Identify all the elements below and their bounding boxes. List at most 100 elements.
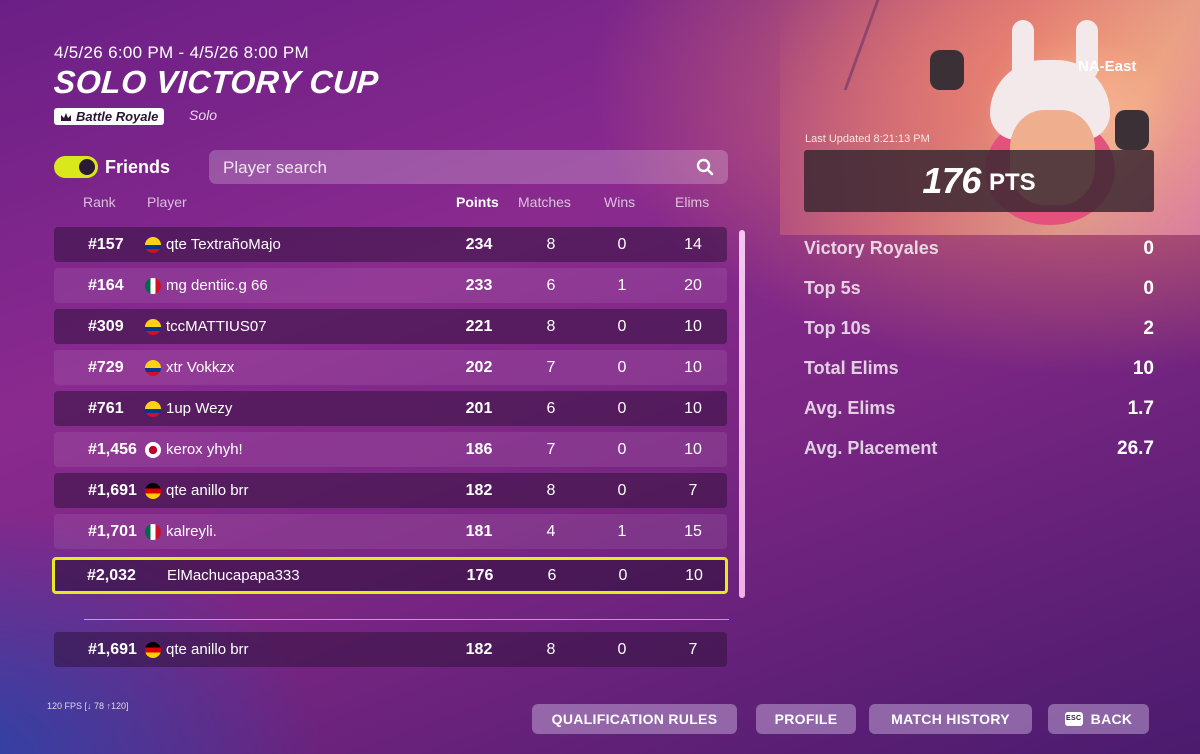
table-row[interactable]: #1,691 qte anillo brr 182 8 0 7 bbox=[54, 473, 727, 508]
rank-cell: #309 bbox=[88, 318, 124, 335]
flag-japan-icon bbox=[145, 442, 161, 458]
search-icon[interactable] bbox=[696, 158, 714, 176]
stat-value: 1.7 bbox=[1127, 398, 1154, 419]
wins-cell: 0 bbox=[617, 236, 627, 253]
qualification-rules-button[interactable]: QUALIFICATION RULES bbox=[532, 704, 737, 734]
esc-key-icon: ESC bbox=[1064, 712, 1083, 726]
rank-cell: #2,032 bbox=[87, 567, 136, 584]
column-elims[interactable]: Elims bbox=[675, 194, 709, 210]
column-points[interactable]: Points bbox=[456, 194, 499, 210]
elims-cell: 14 bbox=[684, 236, 702, 253]
mode-label: Battle Royale bbox=[76, 109, 159, 124]
rank-cell: #1,691 bbox=[88, 641, 137, 658]
flag-colombia-icon bbox=[145, 237, 161, 253]
flag-colombia-icon bbox=[145, 319, 161, 335]
wins-cell: 0 bbox=[617, 400, 627, 417]
glove-left bbox=[930, 50, 964, 90]
table-row[interactable]: #164 mg dentiic.g 66 233 6 1 20 bbox=[54, 268, 727, 303]
rank-cell: #164 bbox=[88, 277, 124, 294]
stat-avg-elims: Avg. Elims 1.7 bbox=[804, 398, 1154, 422]
wins-cell: 1 bbox=[617, 523, 627, 540]
wins-cell: 0 bbox=[617, 641, 627, 658]
rank-cell: #157 bbox=[88, 236, 124, 253]
elims-cell: 10 bbox=[685, 567, 703, 584]
wins-cell: 1 bbox=[617, 277, 627, 294]
matches-cell: 7 bbox=[546, 441, 556, 458]
elims-cell: 20 bbox=[684, 277, 702, 294]
column-rank: Rank bbox=[83, 194, 116, 210]
column-player: Player bbox=[147, 194, 187, 210]
player-name: qte anillo brr bbox=[166, 641, 249, 658]
player-name: qte anillo brr bbox=[166, 482, 249, 499]
mode-badge: Battle Royale bbox=[54, 108, 165, 125]
table-row[interactable]: #1,456 kerox yhyh! 186 7 0 10 bbox=[54, 432, 727, 467]
points-cell: 221 bbox=[465, 318, 493, 335]
stat-value: 0 bbox=[1143, 278, 1154, 299]
rank-cell: #1,691 bbox=[88, 482, 137, 499]
flag-mexico-icon bbox=[145, 524, 161, 540]
stat-top-5s: Top 5s 0 bbox=[804, 278, 1154, 302]
stat-total-elims: Total Elims 10 bbox=[804, 358, 1154, 382]
stat-top-10s: Top 10s 2 bbox=[804, 318, 1154, 342]
submode-label: Solo bbox=[189, 107, 218, 123]
points-cell: 182 bbox=[465, 482, 493, 499]
match-history-button[interactable]: MATCH HISTORY bbox=[869, 704, 1032, 734]
stat-label: Avg. Elims bbox=[804, 398, 896, 418]
rank-cell: #1,456 bbox=[88, 441, 137, 458]
table-row[interactable]: #729 xtr Vokkzx 202 7 0 10 bbox=[54, 350, 727, 385]
rank-cell: #1,701 bbox=[88, 523, 137, 540]
points-cell: 201 bbox=[465, 400, 493, 417]
flag-colombia-icon bbox=[145, 401, 161, 417]
stat-value: 0 bbox=[1143, 238, 1154, 259]
elims-cell: 7 bbox=[688, 641, 698, 658]
wins-cell: 0 bbox=[617, 318, 627, 335]
leaderboard-scrollbar[interactable] bbox=[739, 230, 745, 598]
matches-cell: 6 bbox=[546, 277, 556, 294]
player-name: qte TextrañoMajo bbox=[166, 236, 281, 253]
elims-cell: 10 bbox=[684, 400, 702, 417]
pinned-divider bbox=[84, 619, 729, 620]
player-name: ElMachucapapa333 bbox=[167, 567, 300, 584]
matches-cell: 8 bbox=[546, 641, 556, 658]
elims-cell: 7 bbox=[688, 482, 698, 499]
table-row[interactable]: #1,701 kalreyli. 181 4 1 15 bbox=[54, 514, 727, 549]
matches-cell: 4 bbox=[546, 523, 556, 540]
back-label: BACK bbox=[1090, 711, 1133, 727]
matches-cell: 8 bbox=[546, 236, 556, 253]
rank-cell: #761 bbox=[88, 400, 124, 417]
player-search[interactable] bbox=[209, 150, 728, 184]
event-title: SOLO VICTORY CUP bbox=[52, 64, 380, 100]
profile-button[interactable]: PROFILE bbox=[756, 704, 856, 734]
column-matches[interactable]: Matches bbox=[518, 194, 571, 210]
table-row[interactable]: #157 qte TextrañoMajo 234 8 0 14 bbox=[54, 227, 727, 262]
table-row[interactable]: #761 1up Wezy 201 6 0 10 bbox=[54, 391, 727, 426]
back-button[interactable]: ESC BACK bbox=[1048, 704, 1149, 734]
matches-cell: 7 bbox=[546, 359, 556, 376]
wins-cell: 0 bbox=[617, 359, 627, 376]
friends-toggle[interactable] bbox=[54, 156, 98, 178]
stat-value: 26.7 bbox=[1117, 438, 1154, 459]
table-row-current-player[interactable]: #2,032 ElMachucapapa333 176 6 0 10 bbox=[52, 557, 728, 594]
matches-cell: 6 bbox=[547, 567, 557, 584]
points-total-unit: PTS bbox=[988, 169, 1036, 196]
stat-victory-royales: Victory Royales 0 bbox=[804, 238, 1154, 262]
player-name: kerox yhyh! bbox=[166, 441, 243, 458]
search-input[interactable] bbox=[221, 155, 685, 181]
stat-label: Avg. Placement bbox=[804, 438, 938, 458]
matches-cell: 8 bbox=[546, 318, 556, 335]
player-name: tccMATTIUS07 bbox=[166, 318, 267, 335]
player-name: mg dentiic.g 66 bbox=[166, 277, 268, 294]
pinned-row[interactable]: #1,691 qte anillo brr 182 8 0 7 bbox=[54, 632, 727, 667]
scrollbar-thumb[interactable] bbox=[739, 230, 745, 598]
table-row[interactable]: #309 tccMATTIUS07 221 8 0 10 bbox=[54, 309, 727, 344]
points-cell: 202 bbox=[465, 359, 493, 376]
flag-mexico-icon bbox=[145, 278, 161, 294]
player-name: xtr Vokkzx bbox=[166, 359, 235, 376]
event-datetime: 4/5/26 6:00 PM - 4/5/26 8:00 PM bbox=[54, 43, 310, 62]
points-total-value: 176 bbox=[922, 160, 981, 201]
column-wins[interactable]: Wins bbox=[604, 194, 635, 210]
wins-cell: 0 bbox=[617, 482, 627, 499]
matches-cell: 8 bbox=[546, 482, 556, 499]
wins-cell: 0 bbox=[617, 441, 627, 458]
stat-label: Total Elims bbox=[804, 358, 899, 378]
